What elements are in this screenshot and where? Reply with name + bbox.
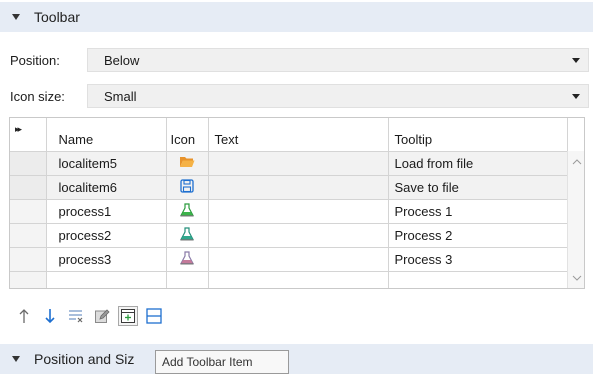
position-row: Position: Below [0, 48, 593, 72]
text-cell[interactable] [208, 271, 389, 288]
table-row[interactable]: process2 Process 2 [10, 223, 568, 248]
collapse-triangle-icon [12, 14, 20, 20]
table-row-partial[interactable] [10, 271, 568, 288]
flask-purple-icon [180, 250, 194, 264]
icon-size-select[interactable]: Small [87, 84, 589, 108]
move-down-button[interactable] [40, 306, 60, 326]
column-header-name[interactable]: Name [46, 118, 167, 152]
row-header-cell[interactable] [10, 199, 47, 224]
flask-teal-icon [180, 226, 194, 240]
icon-cell[interactable] [166, 151, 209, 176]
column-header-icon[interactable]: Icon [166, 118, 209, 152]
scroll-down-icon[interactable] [572, 275, 582, 281]
collapse-triangle-icon [12, 356, 20, 362]
icon-size-label: Icon size: [10, 89, 65, 104]
position-select[interactable]: Below [87, 48, 589, 72]
icon-cell[interactable] [166, 247, 209, 272]
column-header-text[interactable]: Text [208, 118, 389, 152]
name-cell[interactable]: process1 [46, 199, 167, 224]
table-row[interactable]: process3 Process 3 [10, 247, 568, 272]
name-cell[interactable] [46, 271, 167, 288]
delete-rows-button[interactable] [66, 306, 86, 326]
dropdown-arrow-icon [572, 58, 580, 63]
text-cell[interactable] [208, 151, 389, 176]
button-tooltip: Add Toolbar Item [155, 350, 289, 374]
position-label: Position: [10, 53, 60, 68]
icon-cell[interactable] [166, 199, 209, 224]
text-cell[interactable] [208, 175, 389, 200]
flask-green-icon [180, 202, 194, 216]
row-header-cell[interactable] [10, 151, 47, 176]
icon-size-value: Small [104, 88, 137, 104]
folder-open-icon [180, 156, 195, 167]
table-row[interactable]: localitem5 Load from file [10, 151, 568, 176]
text-cell[interactable] [208, 223, 389, 248]
row-header-cell[interactable] [10, 223, 47, 248]
table-row[interactable]: localitem6 Save to file [10, 175, 568, 200]
position-value: Below [104, 52, 140, 68]
add-toolbar-item-button[interactable] [118, 306, 138, 326]
save-disk-icon [180, 178, 194, 193]
name-cell[interactable]: localitem6 [46, 175, 167, 200]
delete-rows-icon [69, 310, 83, 323]
name-cell[interactable]: process3 [46, 247, 167, 272]
table-row[interactable]: process1 Process 1 [10, 199, 568, 224]
toolbar-section-title: Toolbar [34, 9, 80, 25]
edit-button[interactable] [92, 306, 112, 326]
name-cell[interactable]: process2 [46, 223, 167, 248]
table-header-row: ▸▸ Name Icon Text Tooltip [10, 118, 568, 152]
tooltip-cell[interactable]: Save to file [388, 175, 568, 200]
icon-cell[interactable] [166, 175, 209, 200]
text-cell[interactable] [208, 199, 389, 224]
move-down-icon [45, 309, 55, 324]
icon-cell[interactable] [166, 271, 209, 288]
add-toolbar-item-icon [121, 309, 135, 323]
move-up-icon [19, 309, 29, 323]
row-header-cell[interactable] [10, 175, 47, 200]
tooltip-cell[interactable]: Process 3 [388, 247, 568, 272]
table-vertical-scrollbar[interactable] [567, 151, 584, 288]
scroll-up-icon[interactable] [572, 159, 582, 165]
column-header-tooltip[interactable]: Tooltip [388, 118, 568, 152]
row-header-corner[interactable]: ▸▸ [10, 118, 47, 152]
icon-cell[interactable] [166, 223, 209, 248]
text-cell[interactable] [208, 247, 389, 272]
toolbar-section-header[interactable]: Toolbar [0, 2, 593, 32]
toolbar-items-table: ▸▸ Name Icon Text Tooltip localitem5 Loa… [9, 117, 585, 289]
position-and-size-section-header[interactable]: Position and Siz [0, 344, 593, 374]
add-separator-icon [146, 308, 162, 324]
dropdown-arrow-icon [572, 94, 580, 99]
position-and-size-section-title: Position and Siz [34, 351, 135, 367]
tooltip-cell[interactable] [388, 271, 568, 288]
expand-columns-icon[interactable]: ▸▸ [15, 124, 22, 135]
table-toolbar [14, 305, 164, 327]
tooltip-cell[interactable]: Process 1 [388, 199, 568, 224]
move-up-button[interactable] [14, 306, 34, 326]
edit-icon [95, 309, 110, 323]
tooltip-cell[interactable]: Process 2 [388, 223, 568, 248]
name-cell[interactable]: localitem5 [46, 151, 167, 176]
add-separator-button[interactable] [144, 306, 164, 326]
icon-size-row: Icon size: Small [0, 84, 593, 108]
tooltip-text: Add Toolbar Item [162, 355, 253, 369]
tooltip-cell[interactable]: Load from file [388, 151, 568, 176]
row-header-cell[interactable] [10, 271, 47, 288]
row-header-cell[interactable] [10, 247, 47, 272]
